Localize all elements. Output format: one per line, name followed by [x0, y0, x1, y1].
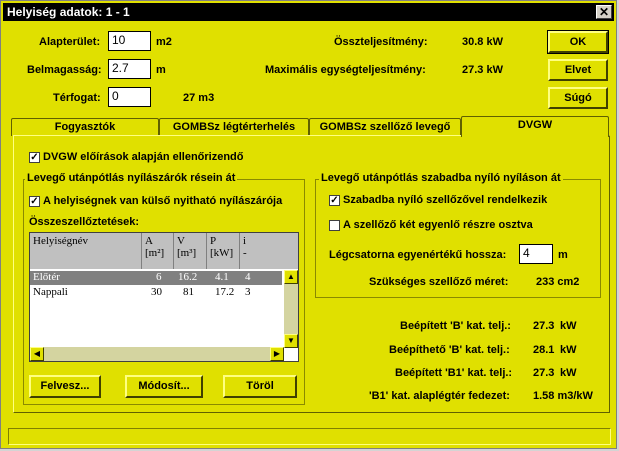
row-p: 4.1 [215, 271, 229, 283]
beepitett-b-label: Beépített 'B' kat. telj.: [400, 320, 511, 332]
col-v-unit: [m³] [177, 247, 197, 259]
tab-fogyasztok[interactable]: Fogyasztók [11, 118, 159, 136]
col-p[interactable]: P [kW] [207, 233, 240, 269]
row-a: 6 [156, 271, 162, 283]
tab-gombsz-legterterheles[interactable]: GOMBSz légtérterhelés [159, 118, 309, 136]
row-a: 30 [151, 286, 162, 298]
right-group-title: Levegő utánpótlás szabadba nyíló nyíláso… [319, 172, 563, 184]
col-i[interactable]: i- [240, 233, 298, 269]
beepitett-b1-label: Beépített 'B1' kat. telj.: [395, 367, 513, 379]
window-title: Helyiség adatok: 1 - 1 [7, 5, 130, 19]
kulso-nyilaszaro-checkbox[interactable]: ✓ [29, 196, 40, 207]
b1-alaplegter-label: 'B1' kat. alaplégtér fedezet: [369, 390, 510, 402]
row-v: 16.2 [178, 271, 198, 283]
sugo-button[interactable]: Súgó [548, 87, 608, 109]
row-p: 17.2 [215, 286, 235, 298]
felvesz-button[interactable]: Felvesz... [29, 375, 101, 398]
terfogat-label: Térfogat: [53, 92, 101, 104]
row-name: Nappali [33, 286, 68, 298]
scroll-up-button[interactable]: ▲ [284, 270, 298, 284]
beepitheto-b-label: Beépíthető 'B' kat. telj.: [389, 344, 510, 356]
max-egysegteljesitmeny-label: Maximális egységteljesítmény: [265, 64, 426, 76]
col-a[interactable]: A [m²] [142, 233, 174, 269]
legcsatorna-unit: m [558, 249, 568, 261]
belmagassag-label: Belmagasság: [27, 64, 102, 76]
modosit-button[interactable]: Módosít... [125, 375, 203, 398]
osszeszelloztetesek-label: Összeszellőztetések: [29, 216, 140, 228]
table-header: Helyiségnév A [m²] V [m³] P [kW] i- [30, 233, 298, 269]
col-i-label: i [243, 235, 247, 247]
terfogat-input[interactable]: 0 [108, 87, 151, 107]
legcsatorna-label: Légcsatorna egyenértékű hossza: [329, 249, 507, 261]
alapterulet-label: Alapterület: [39, 36, 101, 48]
osszteljesitmeny-label: Összteljesítmény: [334, 36, 428, 48]
col-helyisegnev[interactable]: Helyiségnév [30, 233, 142, 269]
col-a-unit: [m²] [145, 247, 165, 259]
horizontal-scrollbar[interactable] [30, 347, 284, 361]
szabadba-checkbox[interactable]: ✓ [329, 195, 340, 206]
title-bar: Helyiség adatok: 1 - 1 ✕ [3, 3, 614, 21]
col-a-label: A [145, 235, 153, 247]
tab-gombsz-szellozo-levego[interactable]: GOMBSz szellőző levegő [309, 118, 461, 136]
dvgw-checkbox[interactable]: ✓ [29, 152, 40, 163]
table-row[interactable]: Előtér 6 16.2 4.1 4 [30, 271, 282, 285]
alapterulet-unit: m2 [156, 36, 172, 48]
col-p-unit: [kW] [210, 247, 234, 259]
szabadba-label: Szabadba nyíló szellőzővel rendelkezik [343, 194, 548, 206]
scroll-right-button[interactable]: ▶ [270, 347, 284, 361]
scroll-left-button[interactable]: ◀ [30, 347, 44, 361]
left-group-title: Levegő utánpótlás nyílászárók résein át [25, 172, 238, 184]
osszeszelloztetesek-table[interactable]: Helyiségnév A [m²] V [m³] P [kW] i- Előtér … [29, 232, 299, 362]
legcsatorna-input[interactable]: 4 [519, 244, 553, 264]
col-p-label: P [210, 235, 217, 247]
szukseges-label: Szükséges szellőző méret: [369, 276, 509, 288]
col-helyisegnev-label: Helyiségnév [33, 235, 88, 247]
beepitheto-b-value: 28.1 [533, 344, 555, 356]
kulso-nyilaszaro-label: A helyiségnek van külső nyitható nyílász… [43, 195, 283, 207]
row-i: 3 [245, 286, 251, 298]
ok-button[interactable]: OK [547, 30, 609, 54]
close-button[interactable]: ✕ [596, 5, 612, 19]
torol-button[interactable]: Töröl [223, 375, 297, 398]
beepitett-b1-value: 27.3 [533, 367, 555, 379]
szukseges-value: 233 cm2 [536, 276, 580, 288]
row-i: 4 [245, 271, 251, 283]
table-row[interactable]: Nappali 30 81 17.2 3 [30, 286, 282, 300]
dvgw-check-label: DVGW előírások alapján ellenőrizendő [43, 151, 244, 163]
beepitheto-b-unit: kW [560, 344, 577, 356]
col-v[interactable]: V [m³] [174, 233, 207, 269]
beepitett-b1-unit: kW [560, 367, 577, 379]
beepitett-b-unit: kW [560, 320, 577, 332]
b1-alaplegter-value: 1.58 m3/kW [533, 390, 593, 402]
belmagassag-unit: m [156, 64, 166, 76]
row-v: 81 [183, 286, 194, 298]
tab-dvgw[interactable]: DVGW [461, 116, 609, 137]
alapterulet-input[interactable]: 10 [108, 31, 151, 51]
ket-egyenlo-label: A szellőző két egyenlő részre osztva [343, 219, 533, 231]
scroll-down-button[interactable]: ▼ [284, 334, 298, 348]
status-bar [8, 428, 611, 445]
dialog-window: Helyiség adatok: 1 - 1 ✕ Alapterület: 10… [0, 0, 617, 449]
col-i-unit: - [243, 247, 247, 259]
terfogat-result: 27 m3 [183, 92, 215, 104]
ket-egyenlo-checkbox[interactable] [329, 220, 340, 231]
beepitett-b-value: 27.3 [533, 320, 555, 332]
col-v-label: V [177, 235, 185, 247]
max-egysegteljesitmeny-value: 27.3 kW [462, 64, 503, 76]
osszteljesitmeny-value: 30.8 kW [462, 36, 503, 48]
close-icon: ✕ [598, 5, 610, 19]
row-name: Előtér [33, 271, 60, 283]
elvet-button[interactable]: Elvet [548, 59, 608, 81]
belmagassag-input[interactable]: 2.7 [108, 59, 151, 79]
